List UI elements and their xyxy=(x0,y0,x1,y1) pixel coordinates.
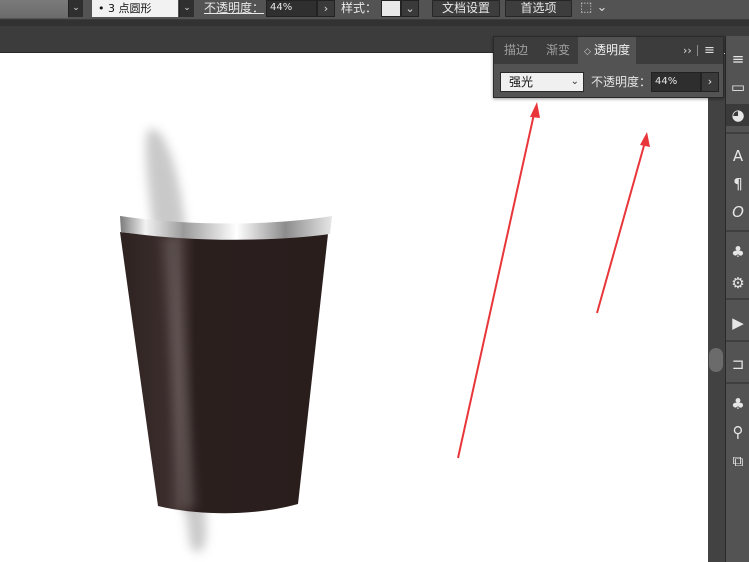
actions-icon[interactable]: ▶ xyxy=(726,312,749,334)
tab-strip-edge xyxy=(0,20,749,26)
symbols-icon[interactable]: ♣ xyxy=(726,241,749,263)
artboards-icon[interactable]: ⊐ xyxy=(726,353,749,375)
tab-gradient[interactable]: 渐变 xyxy=(538,37,578,64)
brush-definition-field[interactable]: • 3 点圆形 xyxy=(92,0,178,17)
blend-mode-select[interactable]: 强光 ⌄ xyxy=(500,72,584,92)
arrange-icon: ⬚ xyxy=(580,0,593,15)
collapse-panel-button[interactable]: ›› xyxy=(683,37,692,64)
scrollbar-thumb[interactable] xyxy=(709,348,723,372)
chevron-down-icon: ⌄ xyxy=(570,76,579,87)
tab-stroke[interactable]: 描边 xyxy=(498,37,534,64)
annotation-arrow-left xyxy=(457,102,540,459)
character-icon[interactable]: A xyxy=(726,145,749,167)
panel-divider xyxy=(697,45,698,56)
opacity-input[interactable]: 44% xyxy=(266,0,317,17)
panel-opacity-slider-button[interactable]: › xyxy=(701,72,719,92)
panel-menu-button[interactable]: ≡ xyxy=(704,37,715,64)
vertical-scrollbar[interactable] xyxy=(708,54,725,562)
blend-mode-value: 强光 xyxy=(509,75,534,89)
tab-transparency-label: 透明度 xyxy=(593,43,630,57)
transparency-icon[interactable]: ◕ xyxy=(726,104,749,126)
style-label: 样式： xyxy=(341,1,378,15)
dock-separator xyxy=(726,132,749,134)
puppet-icon[interactable]: ⚲ xyxy=(726,421,749,443)
document-setup-button[interactable]: 文档设置 xyxy=(432,0,500,17)
arrange-documents-button[interactable]: ⬚ ⌄ xyxy=(580,0,612,17)
control-bar: ⌄ • 3 点圆形 ⌄ 不透明度： 44% › 样式： ⌄ 文档设置 首选项 ⬚… xyxy=(0,0,749,20)
style-dropdown[interactable]: ⌄ xyxy=(401,0,419,17)
panel-opacity-input[interactable]: 44% xyxy=(651,72,701,92)
style-swatch[interactable] xyxy=(381,0,401,17)
artwork xyxy=(120,102,650,553)
artboard-canvas[interactable] xyxy=(0,54,708,562)
cup-body xyxy=(120,232,328,514)
panel-opacity-label: 不透明度： xyxy=(591,75,652,89)
tab-transparency[interactable]: ◇ 透明度 xyxy=(578,37,636,64)
menu-icon[interactable]: ≡ xyxy=(726,48,749,70)
opacity-slider-button[interactable]: › xyxy=(317,0,335,17)
paragraph-icon[interactable]: ¶ xyxy=(726,173,749,195)
panel-tab-bar: 描边 渐变 ◇ 透明度 ›› ≡ xyxy=(494,37,723,64)
stroke-weight-dropdown[interactable]: ⌄ xyxy=(68,0,83,17)
settings-icon[interactable]: ⚙ xyxy=(726,272,749,294)
dock-separator xyxy=(726,340,749,342)
panel-dock: ≡ ▭ ◕ A ¶ O ♣ ⚙ ▶ ⊐ ♣ ⚲ ⧉ xyxy=(725,36,749,562)
opacity-label[interactable]: 不透明度： xyxy=(204,0,264,17)
chevron-down-icon: ⌄ xyxy=(596,0,608,15)
symbols-library-icon[interactable]: ♣ xyxy=(726,393,749,415)
swap-icon: ◇ xyxy=(584,47,591,57)
dock-separator xyxy=(726,298,749,300)
brush-definition-dropdown[interactable]: ⌄ xyxy=(179,0,194,17)
preferences-button[interactable]: 首选项 xyxy=(505,0,572,17)
gradient-icon[interactable]: ▭ xyxy=(726,76,749,98)
annotation-arrow-right xyxy=(596,132,650,314)
stroke-weight-field[interactable] xyxy=(0,0,68,18)
dock-separator xyxy=(726,230,749,232)
opentype-icon[interactable]: O xyxy=(726,201,749,223)
links-icon[interactable]: ⧉ xyxy=(726,450,749,472)
transparency-panel: 描边 渐变 ◇ 透明度 ›› ≡ 强光 ⌄ 不透明度： 44% › xyxy=(493,36,724,98)
dock-separator xyxy=(726,382,749,384)
